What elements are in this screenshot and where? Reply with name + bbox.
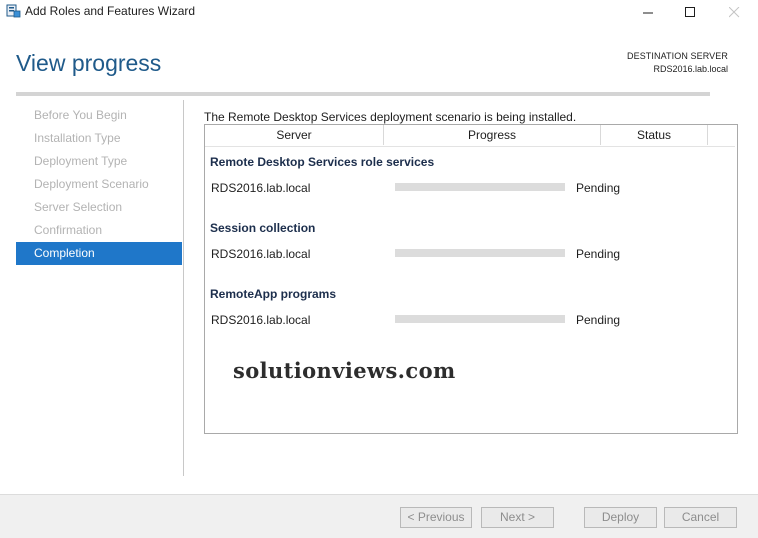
watermark-text: solutionviews.com — [233, 358, 456, 383]
title-bar: Add Roles and Features Wizard — [0, 0, 758, 24]
group-server-remoteapp-programs: RDS2016.lab.local — [211, 313, 311, 327]
progress-bar-session-collection — [395, 249, 565, 257]
close-button[interactable] — [711, 0, 757, 24]
status-session-collection: Pending — [576, 247, 621, 261]
destination-server-name: RDS2016.lab.local — [653, 64, 728, 74]
nav-step-server-selection: Server Selection — [34, 200, 123, 214]
maximize-icon — [684, 6, 696, 18]
header-divider — [16, 92, 710, 96]
cancel-button[interactable]: Cancel — [664, 507, 737, 528]
header-separator — [205, 146, 735, 147]
progress-panel: Server Progress Status Remote Desktop Se… — [204, 124, 738, 434]
minimize-icon — [642, 7, 654, 18]
nav-divider — [183, 100, 184, 476]
nav-step-deployment-scenario: Deployment Scenario — [34, 177, 149, 191]
group-server-rds-role-services: RDS2016.lab.local — [211, 181, 311, 195]
wizard-steps-nav: Before You Begin Installation Type Deplo… — [16, 104, 182, 265]
close-icon — [728, 6, 740, 18]
group-server-session-collection: RDS2016.lab.local — [211, 247, 311, 261]
nav-step-before-you-begin: Before You Begin — [34, 108, 127, 122]
progress-bar-remoteapp-programs — [395, 315, 565, 323]
column-header-server[interactable]: Server — [205, 125, 384, 145]
previous-button[interactable]: < Previous — [400, 507, 472, 528]
column-header-status[interactable]: Status — [601, 125, 708, 145]
maximize-button[interactable] — [667, 0, 713, 24]
next-button[interactable]: Next > — [481, 507, 554, 528]
minimize-button[interactable] — [625, 0, 671, 24]
nav-step-confirmation: Confirmation — [34, 223, 103, 237]
nav-step-installation-type: Installation Type — [34, 131, 121, 145]
progress-intro-text: The Remote Desktop Services deployment s… — [204, 110, 577, 124]
group-title-rds-role-services: Remote Desktop Services role services — [210, 155, 435, 169]
group-title-remoteapp-programs: RemoteApp programs — [210, 287, 337, 301]
page-title: View progress — [16, 50, 162, 76]
server-manager-icon — [6, 4, 21, 18]
progress-bar-rds-role-services — [395, 183, 565, 191]
status-remoteapp-programs: Pending — [576, 313, 621, 327]
status-rds-role-services: Pending — [576, 181, 621, 195]
window-title: Add Roles and Features Wizard — [25, 4, 196, 18]
destination-server-label: DESTINATION SERVER — [627, 51, 728, 61]
nav-step-deployment-type: Deployment Type — [34, 154, 128, 168]
wizard-footer: < Previous Next > Deploy Cancel — [0, 494, 758, 538]
nav-step-completion[interactable]: Completion — [16, 242, 182, 265]
deploy-button[interactable]: Deploy — [584, 507, 657, 528]
group-title-session-collection: Session collection — [210, 221, 316, 235]
column-header-progress[interactable]: Progress — [384, 125, 601, 145]
